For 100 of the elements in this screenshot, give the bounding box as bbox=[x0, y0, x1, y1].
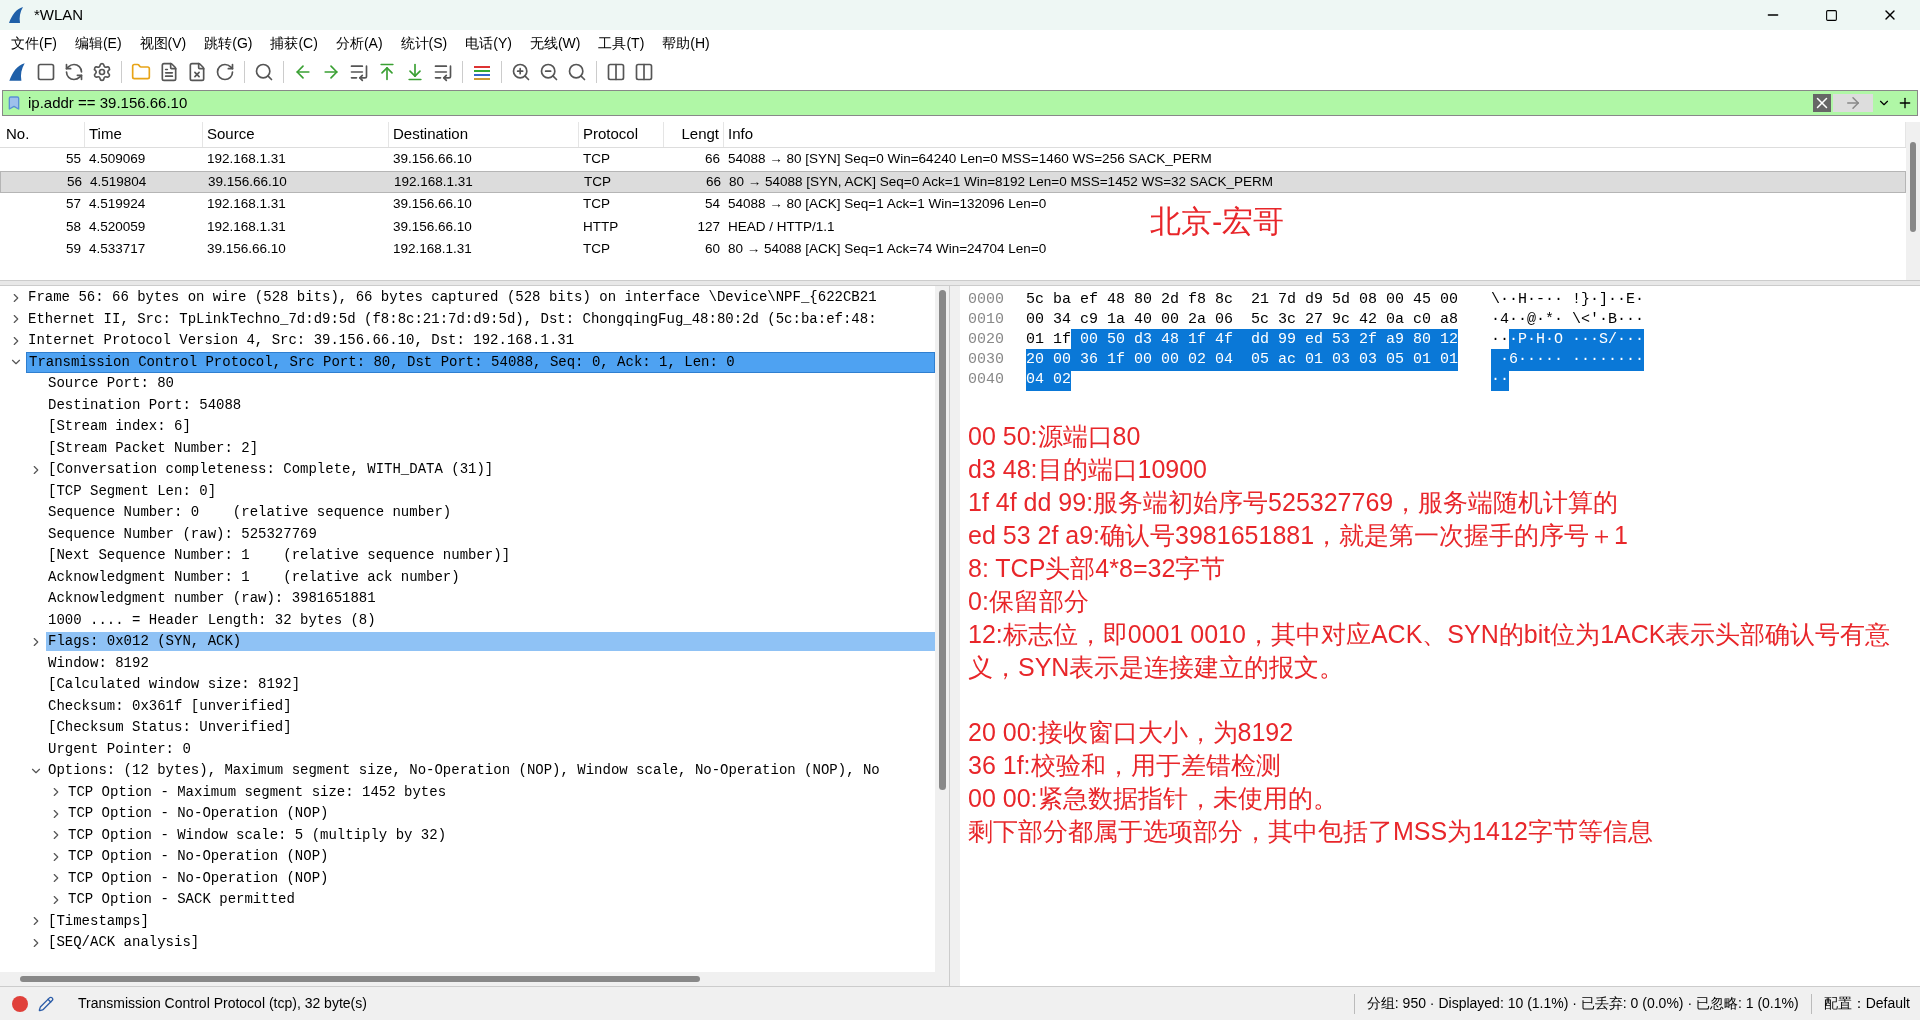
tree-item[interactable]: [Stream Packet Number: 2] bbox=[46, 438, 935, 458]
packet-row[interactable]: 58 4.520059 192.168.1.31 39.156.66.10 HTTP 127 HEAD / HTTP/1.1 bbox=[0, 215, 835, 238]
tree-item[interactable]: Sequence Number: 0 (relative sequence number) bbox=[46, 503, 935, 523]
table-cell-text: 80 → 54088 [ACK] Seq=1 Ack=74 Win=24704 Len=0 bbox=[727, 240, 1047, 259]
edit-icon[interactable] bbox=[38, 995, 54, 1012]
menu-item[interactable]: 帮助(H) bbox=[655, 32, 717, 54]
hex-offset: 0030 bbox=[968, 349, 1005, 370]
column-header[interactable]: Destination bbox=[389, 122, 579, 147]
bookmark-icon[interactable] bbox=[6, 94, 22, 112]
profile-label[interactable]: 配置：Default bbox=[1817, 993, 1920, 1014]
tree-item[interactable]: [Timestamps] bbox=[46, 911, 935, 931]
table-cell-text: 39.156.66.10 bbox=[392, 217, 473, 236]
menu-item[interactable]: 文件(F) bbox=[4, 32, 64, 54]
scroll-list-icon[interactable] bbox=[433, 62, 453, 82]
table-cell-text: 54088 → 80 [SYN] Seq=0 Win=64240 Len=0 MSS=1460 WS=256 SACK_PERM bbox=[727, 150, 1212, 169]
hex-bytes[interactable]: 20 00 36 1f 00 00 02 04 05 ac 01 03 03 05 01 01 bbox=[1026, 348, 1459, 372]
ascii-bytes[interactable]: ·P·H·O ···S/··· bbox=[1509, 328, 1645, 352]
menu-item[interactable]: 工具(T) bbox=[591, 32, 652, 54]
tree-item[interactable]: TCP Option - No-Operation (NOP) bbox=[66, 847, 935, 867]
capture-start-icon[interactable] bbox=[6, 61, 28, 83]
table-cell-text: 4.533717 bbox=[88, 240, 147, 259]
tree-item[interactable]: Urgent Pointer: 0 bbox=[46, 739, 935, 759]
menu-item[interactable]: 捕获(C) bbox=[263, 32, 325, 54]
annotation-text: 剩下部分都属于选项部分，其中包括了MSS为1412字节等信息 bbox=[968, 816, 1654, 847]
table-cell-text: TCP bbox=[582, 195, 611, 214]
tree-item[interactable]: [Checksum Status: Unverified] bbox=[46, 718, 935, 738]
tree-item[interactable]: Window: 8192 bbox=[46, 653, 935, 673]
column-header[interactable]: Lengt bbox=[664, 122, 724, 147]
arrow-down-to-line-icon[interactable] bbox=[405, 62, 425, 82]
zoom-out-icon[interactable] bbox=[539, 62, 559, 82]
tree-item[interactable]: [Stream index: 6] bbox=[46, 417, 935, 437]
menu-item[interactable]: 统计(S) bbox=[393, 32, 455, 54]
tree-item[interactable]: [Conversation completeness: Complete, WITH_DATA (31)] bbox=[46, 460, 935, 480]
ascii-bytes[interactable]: ·6····· ········ bbox=[1491, 348, 1645, 372]
search-icon[interactable] bbox=[254, 62, 274, 82]
scrollbar[interactable] bbox=[935, 286, 949, 972]
tree-item[interactable]: Transmission Control Protocol, Src Port: 80, Dst Port: 54088, Seq: 0, Ack: 1, Len: 0 bbox=[26, 351, 935, 373]
packet-row[interactable]: 56 4.519804 39.156.66.10 192.168.1.31 TCP 66 80 → 54088 [SYN, ACK] Seq=0 Ack=1 Win=8192 Len=0 MSS=1452 WS=32 SACK_PERM bbox=[0, 170, 1906, 193]
arrow-up-to-line-icon[interactable] bbox=[377, 62, 397, 82]
maximize-icon[interactable] bbox=[1825, 8, 1838, 22]
tree-item[interactable]: TCP Option - SACK permitted bbox=[66, 890, 935, 910]
tree-item[interactable]: TCP Option - Window scale: 5 (multiply by 32) bbox=[66, 825, 935, 845]
stop-icon[interactable] bbox=[36, 62, 56, 82]
tree-item[interactable]: TCP Option - Maximum segment size: 1452 bytes bbox=[66, 782, 935, 802]
packet-row[interactable]: 59 4.533717 39.156.66.10 192.168.1.31 TCP 60 80 → 54088 [ACK] Seq=1 Ack=74 Win=24704 Len=0 bbox=[0, 238, 1047, 261]
menu-item[interactable]: 无线(W) bbox=[522, 32, 588, 54]
column-header[interactable]: No. bbox=[0, 122, 85, 147]
clear-icon[interactable] bbox=[1813, 94, 1831, 112]
tree-item[interactable]: TCP Option - No-Operation (NOP) bbox=[66, 868, 935, 888]
app-logo-icon[interactable] bbox=[6, 5, 26, 25]
annotation-text: 12:标志位，即0001 0010，其中对应ACK、SYN的bit位为1ACK表示头部确认号有意义，SYN表示是连接建立的报文。 bbox=[968, 619, 1892, 683]
tree-item[interactable]: [SEQ/ACK analysis] bbox=[46, 933, 935, 953]
restart-icon[interactable] bbox=[64, 62, 84, 82]
table-cell-text: 58 bbox=[64, 217, 82, 236]
display-filter-field[interactable]: ip.addr == 39.156.66.10 bbox=[2, 90, 1918, 116]
tree-item[interactable]: Checksum: 0x361f [unverified] bbox=[46, 696, 935, 716]
column-header[interactable]: Time bbox=[85, 122, 203, 147]
scrollbar[interactable] bbox=[1906, 122, 1920, 280]
tree-item[interactable]: 1000 .... = Header Length: 32 bytes (8) bbox=[46, 610, 935, 630]
column-header[interactable]: Protocol bbox=[579, 122, 664, 147]
columns-icon[interactable] bbox=[606, 62, 626, 82]
tree-item[interactable]: Destination Port: 54088 bbox=[46, 395, 935, 415]
record-icon[interactable] bbox=[12, 995, 28, 1012]
columns-resize-icon[interactable] bbox=[634, 62, 654, 82]
tree-item[interactable]: [Calculated window size: 8192] bbox=[46, 675, 935, 695]
reload-icon[interactable] bbox=[215, 62, 235, 82]
tree-item[interactable]: Acknowledgment Number: 1 (relative ack number) bbox=[46, 567, 935, 587]
file-close-icon[interactable] bbox=[187, 62, 207, 82]
add-filter-icon[interactable] bbox=[1897, 95, 1913, 111]
menu-item[interactable]: 电话(Y) bbox=[458, 32, 519, 54]
tree-item[interactable]: Ethernet II, Src: TpLinkTechno_7d:d9:5d (f8:8c:21:7d:d9:5d), Dst: ChongqingFug_48:80:2d (5c:ba:ef:48: bbox=[26, 309, 935, 329]
packet-row[interactable]: 55 4.509069 192.168.1.31 39.156.66.10 TCP 66 54088 → 80 [SYN] Seq=0 Win=64240 Len=0 MSS=1460 WS=256 SACK_PERM bbox=[0, 148, 1212, 171]
packet-row[interactable]: 57 4.519924 192.168.1.31 39.156.66.10 TCP 54 54088 → 80 [ACK] Seq=1 Ack=1 Win=132096 Len=0 bbox=[0, 193, 1047, 216]
menu-item[interactable]: 视图(V) bbox=[132, 32, 194, 54]
tree-item[interactable]: Internet Protocol Version 4, Src: 39.156.66.10, Dst: 192.168.1.31 bbox=[26, 331, 935, 351]
tree-item[interactable]: Sequence Number (raw): 525327769 bbox=[46, 524, 935, 544]
menu-item[interactable]: 分析(A) bbox=[328, 32, 390, 54]
menu-item[interactable]: 跳转(G) bbox=[197, 32, 260, 54]
column-header[interactable]: Source bbox=[203, 122, 389, 147]
file-icon[interactable] bbox=[159, 62, 179, 82]
tree-item[interactable]: Acknowledgment number (raw): 3981651881 bbox=[46, 589, 935, 609]
hex-bytes[interactable]: 00 50 d3 48 1f 4f dd 99 ed 53 2f a9 80 12 bbox=[1071, 328, 1459, 352]
tree-item[interactable]: [TCP Segment Len: 0] bbox=[46, 481, 935, 501]
tree-item[interactable]: Options: (12 bytes), Maximum segment size, No-Operation (NOP), Window scale, No-Operation (NOP), No bbox=[46, 761, 935, 781]
menu-item[interactable]: 编辑(E) bbox=[67, 32, 129, 54]
tree-item[interactable]: Source Port: 80 bbox=[46, 374, 935, 394]
goto-list-icon[interactable] bbox=[349, 62, 369, 82]
settings-icon[interactable] bbox=[92, 62, 112, 82]
hex-bytes[interactable]: 04 02 bbox=[1026, 368, 1071, 392]
scrollbar[interactable] bbox=[0, 972, 949, 986]
table-cell-text: 54088 → 80 [ACK] Seq=1 Ack=1 Win=132096 Len=0 bbox=[727, 195, 1047, 214]
tree-item[interactable]: [Next Sequence Number: 1 (relative sequence number)] bbox=[46, 546, 935, 566]
tree-item[interactable]: Frame 56: 66 bytes on wire (528 bits), 66 bytes captured (528 bits) on interface \Device\NPF_{622CB21 bbox=[26, 288, 935, 308]
table-cell-text: 66 bbox=[703, 150, 721, 169]
ascii-bytes[interactable]: ·· bbox=[1491, 368, 1509, 392]
tree-item[interactable]: TCP Option - No-Operation (NOP) bbox=[66, 804, 935, 824]
tree-item[interactable]: Flags: 0x012 (SYN, ACK) bbox=[46, 632, 935, 652]
table-cell-text: 192.168.1.31 bbox=[206, 150, 287, 169]
zoom-in-icon[interactable] bbox=[511, 62, 531, 82]
zoom-reset-icon[interactable] bbox=[567, 62, 587, 82]
